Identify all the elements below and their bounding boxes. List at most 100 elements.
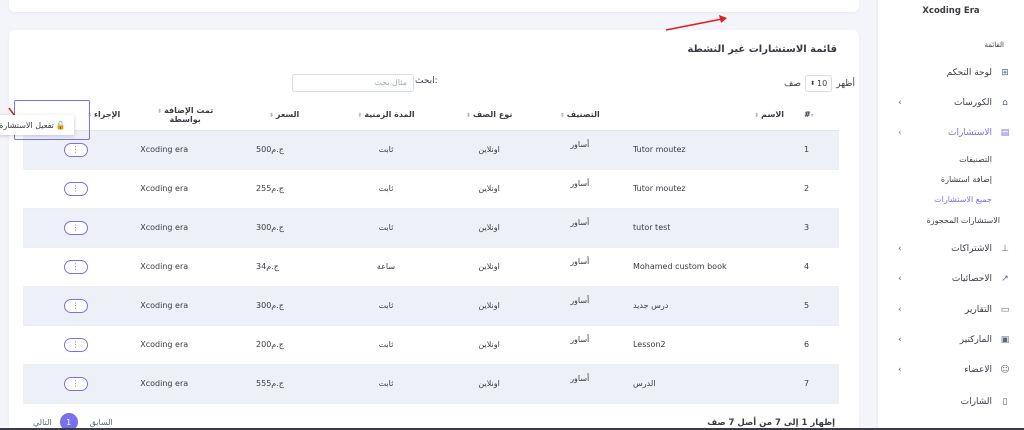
cell-category: أساور [540,364,619,404]
cell-duration: ثابت [334,169,438,209]
cell-name: درس جديد [618,286,795,326]
sidebar-subitem-all-consultations[interactable]: جميع الاستشارات [934,195,992,204]
cell-class-type: اونلاين [437,286,541,326]
pagination-next[interactable]: التالي [33,418,52,427]
cell-duration: ثابت [334,130,438,170]
column-header-duration[interactable]: ⬍ المدة الزمنية [334,100,438,131]
table-row: ⋮ Xcoding era 200ج.م ثابت اونلاين أساور Lesson… [23,325,839,365]
action-menu-button[interactable]: ⋮ [63,259,88,274]
entries-select-value: 10 [817,79,828,88]
cell-added-by: Xcoding era [128,169,235,209]
cell-price: 300ج.م [234,286,335,326]
table-row: ⋮ Xcoding era 555ج.م ثابت اونلاين أساور الدرس 7 [23,364,839,404]
sidebar-item-subscriptions[interactable]: ⊥ الاشتراكات › [878,238,1024,260]
column-header-number[interactable]: #▾ [794,100,839,131]
unlock-icon: 🔓 [55,120,66,130]
sidebar-item-consultations[interactable]: ▤ الاستشارات › [878,122,1024,144]
sort-icon: ⬍ [754,112,760,120]
cell-number: 6 [794,325,839,365]
sidebar-item-members[interactable]: ☺ الاعضاء › [878,359,1024,381]
action-menu-button[interactable]: ⋮ [63,298,88,313]
cell-name: Mohamed custom book [618,247,795,287]
sidebar-item-reports[interactable]: ▭ التقارير › [878,299,1024,321]
cell-category: أساور [540,325,619,365]
sidebar-subitem-categories[interactable]: التصنيفات [959,155,992,164]
cell-class-type: اونلاين [437,325,541,365]
cell-category: أساور [540,286,619,326]
cell-action: ⋮ [23,247,129,287]
cell-number: 1 [794,130,839,170]
sidebar-subitem-add-consultation[interactable]: إضافة استشارة [941,175,992,184]
cell-number: 4 [794,247,839,287]
sidebar-item-label: الاحصائيات [951,274,992,284]
cell-duration: ثابت [334,286,438,326]
cell-class-type: اونلاين [437,130,541,170]
cell-name: الدرس [618,364,795,404]
sidebar-item-courses[interactable]: ⌂ الكورسات › [878,92,1024,114]
consultations-table: ⬍ الإجراء ⬍ تمت الإضافة بواسطة ⬍ السعر ⬍ الم… [23,100,839,404]
sort-icon: ⬍ [268,112,274,120]
sidebar-item-label: الماركتير [959,335,992,345]
action-menu-button[interactable]: ⋮ [63,181,88,196]
cell-action: ⋮ [23,325,129,365]
cell-price: 300ج.م [234,208,335,248]
cell-added-by: Xcoding era [128,364,235,404]
action-menu-button[interactable]: ⋮ [63,376,88,391]
search-input[interactable]: مثال بحث [292,74,414,92]
chevron-icon: › [898,365,902,375]
cell-name: tutor test [618,208,795,248]
entries-select[interactable]: 10 ⬍ [804,75,833,92]
sidebar-item-marketer[interactable]: ▣ الماركتير › [878,329,1024,351]
dashboard-icon: ⊞ [1001,68,1009,78]
chevron-icon: › [898,128,902,138]
action-menu-button[interactable]: ⋮ [63,220,88,235]
cell-category: أساور [540,247,619,287]
sidebar-item-badges[interactable]: ▯ الشارات [878,391,1024,413]
select-arrows-icon: ⬍ [809,80,815,87]
sidebar-item-label: الشارات [960,397,992,407]
action-menu-button[interactable]: ⋮ [63,142,88,157]
column-header-price[interactable]: ⬍ السعر [234,100,335,131]
cell-duration: ثابت [334,325,438,365]
cell-class-type: اونلاين [437,169,541,209]
card-title: قائمة الاستشارات غير النشطة [687,44,837,55]
cell-class-type: اونلاين [437,208,541,248]
sidebar-item-statistics[interactable]: ↗ الاحصائيات › [878,268,1024,290]
sidebar-item-label: الاعضاء [964,365,992,375]
cell-category: أساور [540,130,619,170]
column-header-added-by[interactable]: ⬍ تمت الإضافة بواسطة [128,100,235,131]
sort-icon: ⬍ [157,107,163,115]
sidebar-item-label: الاشتراكات [951,244,992,254]
pagination-previous[interactable]: السابق [90,418,113,427]
badges-icon: ▯ [1002,397,1008,407]
cell-action: ⋮ [23,208,129,248]
cell-class-type: اونلاين [437,364,541,404]
column-header-name[interactable]: ⬍ الاسم [618,100,795,131]
cell-class-type: اونلاين [437,247,541,287]
cell-action: ⋮ [23,169,129,209]
cell-added-by: Xcoding era [128,208,235,248]
top-card [9,0,859,12]
cell-added-by: Xcoding era [128,286,235,326]
courses-icon: ⌂ [1002,98,1008,108]
table-row: ⋮ Xcoding era 34ج.م ساعة اونلاين أساور Mohamed… [23,247,839,287]
chevron-icon: › [898,98,902,108]
cell-duration: ثابت [334,364,438,404]
cell-number: 2 [794,169,839,209]
table-row: ⋮ Xcoding era 300ج.م ثابت اونلاين أساور درس جد… [23,286,839,326]
cell-added-by: Xcoding era [128,130,235,170]
sidebar-item-label: الكورسات [954,98,992,108]
cell-name: Tutor moutez [618,169,795,209]
column-header-class-type[interactable]: ⬍ نوع الصف [437,100,541,131]
cell-price: 34ج.م [234,247,335,287]
activate-consultation-tooltip[interactable]: 🔓 تفعيل الاستشارة [0,115,74,135]
sort-icon: ▾ [810,112,814,120]
sidebar-item-dashboard[interactable]: ⊞ لوحة التحكم [878,62,1024,84]
action-menu-button[interactable]: ⋮ [63,337,88,352]
column-header-category[interactable]: ⬍ التصنيف [540,100,619,131]
cell-price: 255ج.م [234,169,335,209]
sidebar-subitem-booked-consultations[interactable]: الاستشارات المحجوزة [927,216,1000,225]
chevron-icon: › [898,305,902,315]
annotation-arrow-title [665,15,727,31]
cell-price: 500ج.م [234,130,335,170]
